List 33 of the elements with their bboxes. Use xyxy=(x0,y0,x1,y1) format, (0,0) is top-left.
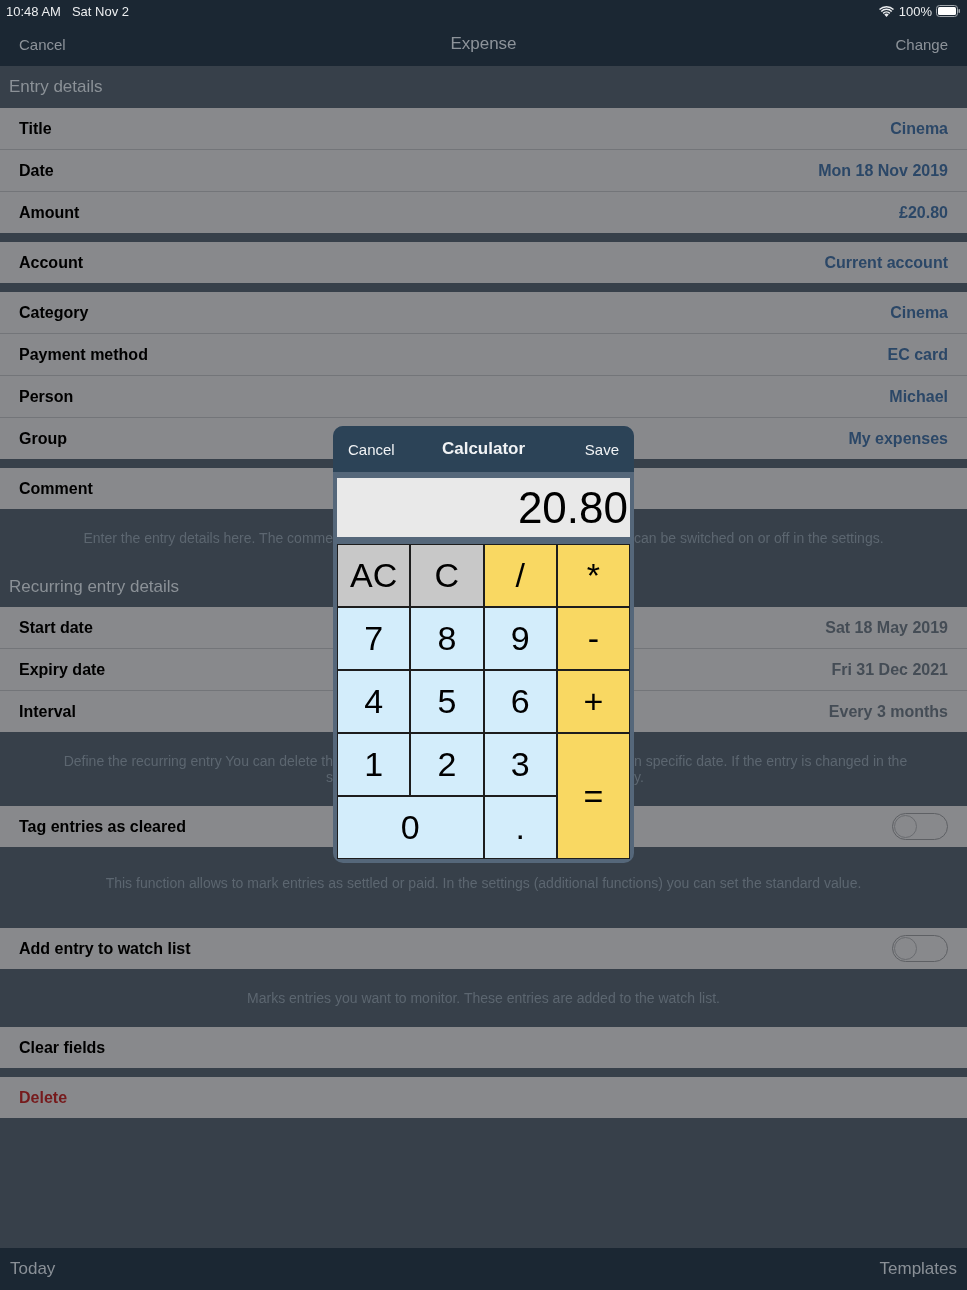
row-label: Amount xyxy=(19,203,80,222)
row-label: Category xyxy=(19,303,89,322)
row-label: Group xyxy=(19,429,67,448)
battery-percentage: 100% xyxy=(898,3,932,19)
row-value: Every 3 months xyxy=(828,702,948,721)
row-value: Current account xyxy=(824,253,948,272)
status-time: 10:48 AM xyxy=(6,3,61,19)
row-label: Account xyxy=(19,253,83,272)
row-value: Cinema xyxy=(890,119,948,138)
row-value: EC card xyxy=(887,345,948,364)
status-date: Sat Nov 2 xyxy=(71,3,130,19)
calculator-title: Calculator xyxy=(441,439,526,459)
row-label: Payment method xyxy=(19,345,148,364)
row-label: Interval xyxy=(19,702,76,721)
row-label: Add entry to watch list xyxy=(19,939,191,958)
display-value: 20.80 xyxy=(517,482,628,533)
row-label: Person xyxy=(19,387,74,406)
row-value: Fri 31 Dec 2021 xyxy=(831,660,948,679)
row-label: Expiry date xyxy=(19,660,106,679)
row-label: Start date xyxy=(19,618,93,637)
section-header: Recurring entry details xyxy=(9,577,180,597)
row-label: Tag entries as cleared xyxy=(19,817,186,836)
row-value: Mon 18 Nov 2019 xyxy=(818,161,948,180)
row-label: Title xyxy=(19,119,52,138)
row-value: Sat 18 May 2019 xyxy=(825,618,948,637)
section-header: Entry details xyxy=(9,77,103,97)
nav-title: Expense xyxy=(450,34,517,54)
row-label: Date xyxy=(19,161,54,180)
row-value: £20.80 xyxy=(899,203,948,222)
row-label: Comment xyxy=(19,479,93,498)
row-value: Cinema xyxy=(890,303,948,322)
row-value: My expenses xyxy=(848,429,948,448)
row-value: Michael xyxy=(889,387,948,406)
